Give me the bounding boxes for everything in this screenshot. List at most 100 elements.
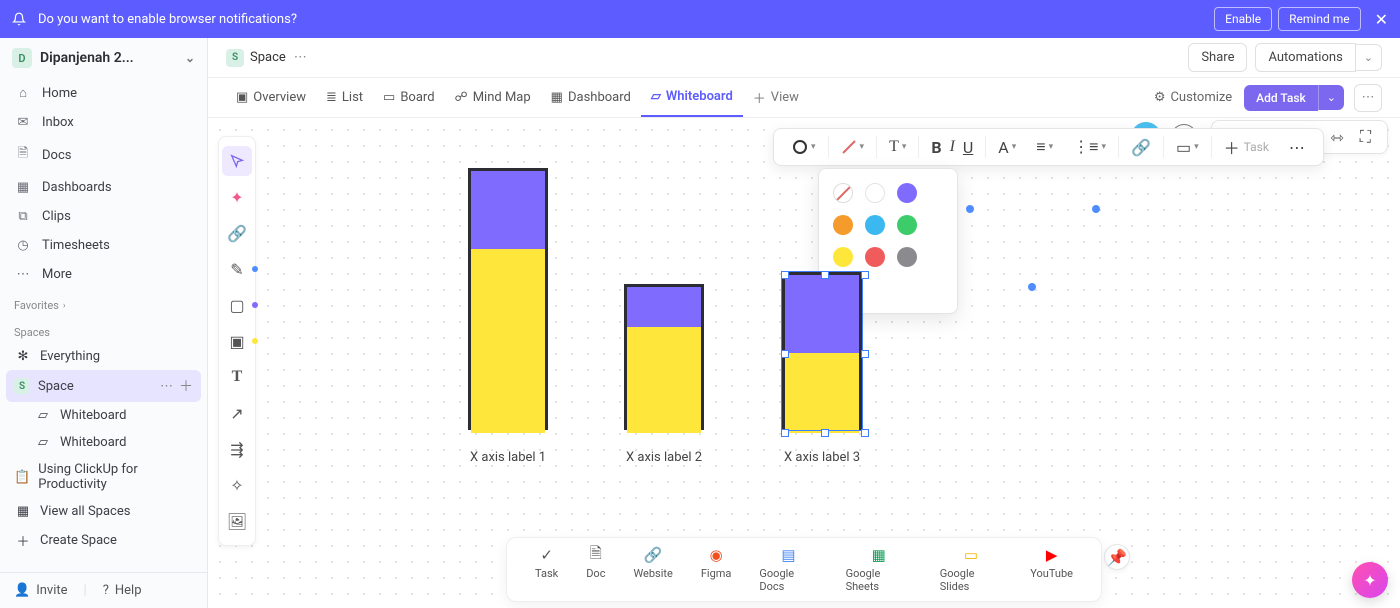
insert-task[interactable]: ✓Task (521, 544, 572, 595)
insert-google-slides[interactable]: ▭Google Slides (926, 544, 1017, 595)
insert-figma[interactable]: ◉Figma (687, 544, 746, 595)
fill-color-button[interactable]: ▾ (788, 139, 820, 155)
magic-tool[interactable]: ✧ (222, 470, 252, 500)
sidebar-item-whiteboard-2[interactable]: ▱Whiteboard (0, 429, 207, 456)
layer-button[interactable]: ▭▾ (1172, 138, 1203, 157)
chart-bar[interactable] (624, 284, 704, 430)
pin-button[interactable]: 📌 (1104, 544, 1130, 570)
share-button[interactable]: Share (1188, 43, 1247, 72)
color-swatch-green[interactable] (897, 215, 917, 235)
underline-button[interactable]: U (959, 138, 977, 157)
close-icon[interactable]: ✕ (1375, 10, 1388, 29)
selection-handle[interactable] (781, 271, 789, 279)
link-tool[interactable]: 🔗 (222, 218, 252, 248)
ellipsis-icon[interactable]: ⋯ (294, 50, 307, 65)
italic-button[interactable]: I (946, 138, 959, 156)
selection-handle[interactable] (821, 429, 829, 437)
color-swatch-red[interactable] (865, 247, 885, 267)
quick-action-fab[interactable]: ✦ (1352, 562, 1388, 598)
insert-doc[interactable]: 🗎Doc (572, 544, 619, 595)
axis-label[interactable]: X axis label 3 (784, 450, 860, 465)
plus-icon[interactable]: ＋ (179, 376, 193, 396)
tab-overview[interactable]: ▣Overview (226, 78, 316, 117)
sidebar-item-home[interactable]: ⌂Home (0, 78, 207, 108)
ellipsis-icon[interactable]: ⋯ (1285, 138, 1309, 157)
automations-button[interactable]: Automations (1255, 43, 1355, 72)
tab-board[interactable]: ▭Board (373, 78, 445, 117)
sidebar-item-using-clickup[interactable]: 📋Using ClickUp for Productivity (0, 456, 207, 498)
sidebar-item-inbox[interactable]: ✉Inbox (0, 108, 207, 137)
help-button[interactable]: ?Help (103, 583, 142, 598)
whiteboard-canvas[interactable]: ✦ 🔗 ✎ ▢ ▣ T ↗ ⇶ ✧ 🖼 D i − 100% ＋ ⇿ (208, 118, 1400, 608)
color-swatch-gray[interactable] (897, 247, 917, 267)
fullscreen-icon[interactable]: ⛶ (1352, 127, 1379, 147)
align-button[interactable]: ≡▾ (1032, 137, 1057, 157)
selection-handle[interactable] (861, 271, 869, 279)
insert-google-docs[interactable]: ▤Google Docs (745, 544, 831, 595)
color-swatch-yellow[interactable] (833, 247, 853, 267)
sidebar-item-whiteboard-1[interactable]: ▱Whiteboard (0, 402, 207, 429)
diagram-tool[interactable]: ⇶ (222, 434, 252, 464)
text-tool[interactable]: T (222, 362, 252, 392)
select-tool[interactable] (222, 146, 252, 176)
chart-bar[interactable] (782, 272, 862, 430)
sidebar-item-view-all-spaces[interactable]: ▦View all Spaces (0, 498, 207, 525)
sidebar-item-everything[interactable]: ✻Everything (0, 343, 207, 370)
sidebar-item-clips[interactable]: ⧉Clips (0, 202, 207, 231)
list-button[interactable]: ⋮≡▾ (1069, 137, 1110, 157)
selection-handle[interactable] (1092, 205, 1100, 213)
enable-button[interactable]: Enable (1214, 7, 1272, 31)
color-swatch-orange[interactable] (833, 215, 853, 235)
sidebar-item-space[interactable]: S Space ⋯ ＋ (6, 370, 201, 402)
fit-width-icon[interactable]: ⇿ (1322, 128, 1351, 147)
pen-tool[interactable]: ✎ (222, 254, 252, 284)
text-color-button[interactable]: A▾ (994, 138, 1020, 157)
image-tool[interactable]: 🖼 (222, 506, 252, 536)
add-task-chevron[interactable]: ⌄ (1318, 85, 1344, 110)
selection-handle[interactable] (861, 350, 869, 358)
border-color-button[interactable]: ▾ (837, 139, 869, 155)
favorites-section[interactable]: Favorites› (0, 289, 207, 316)
breadcrumb-name[interactable]: Space (250, 50, 286, 65)
color-swatch-blue[interactable] (865, 215, 885, 235)
selection-handle[interactable] (861, 429, 869, 437)
insert-youtube[interactable]: ▶YouTube (1016, 544, 1087, 595)
insert-website[interactable]: 🔗Website (619, 544, 686, 595)
convert-task-button[interactable]: ＋Task (1220, 135, 1273, 159)
connector-tool[interactable]: ↗ (222, 398, 252, 428)
tab-list[interactable]: ≣List (316, 78, 373, 117)
color-swatch-none[interactable] (833, 183, 853, 203)
color-swatch-purple[interactable] (897, 183, 917, 203)
selection-handle[interactable] (781, 350, 789, 358)
selection-handle[interactable] (966, 205, 974, 213)
link-button[interactable]: 🔗 (1127, 138, 1155, 157)
customize-button[interactable]: ⚙Customize (1154, 90, 1232, 105)
ellipsis-icon[interactable]: ⋯ (1354, 84, 1382, 112)
axis-label[interactable]: X axis label 2 (626, 450, 702, 465)
sidebar-item-timesheets[interactable]: ◷Timesheets (0, 231, 207, 260)
sidebar-item-more[interactable]: ⋯More (0, 260, 207, 289)
remind-me-button[interactable]: Remind me (1278, 7, 1360, 31)
chevron-down-icon[interactable]: ⌄ (1356, 44, 1382, 71)
selection-handle[interactable] (781, 429, 789, 437)
workspace-switcher[interactable]: D Dipanjenah 2... ⌄ (0, 38, 207, 78)
selection-handle[interactable] (1028, 283, 1036, 291)
shape-tool[interactable]: ▢ (222, 290, 252, 320)
sidebar-item-create-space[interactable]: ＋Create Space (0, 525, 207, 556)
tab-mindmap[interactable]: ☍Mind Map (445, 78, 541, 117)
color-swatch-white[interactable] (865, 183, 885, 203)
sidebar-item-docs[interactable]: 🗎Docs (0, 137, 207, 173)
add-task-button[interactable]: Add Task (1244, 85, 1318, 111)
chart-bar[interactable] (468, 168, 548, 430)
insert-google-sheets[interactable]: ▦Google Sheets (832, 544, 926, 595)
tab-whiteboard[interactable]: ▱Whiteboard (641, 78, 743, 117)
ai-tool[interactable]: ✦ (222, 182, 252, 212)
selection-handle[interactable] (821, 271, 829, 279)
sidebar-item-dashboards[interactable]: ▦Dashboards (0, 173, 207, 202)
tab-dashboard[interactable]: ▦Dashboard (541, 78, 641, 117)
ellipsis-icon[interactable]: ⋯ (160, 379, 173, 394)
sticky-tool[interactable]: ▣ (222, 326, 252, 356)
invite-button[interactable]: 👤Invite (14, 583, 68, 598)
text-style-button[interactable]: T▾ (885, 138, 910, 156)
add-view-button[interactable]: ＋View (743, 78, 809, 117)
